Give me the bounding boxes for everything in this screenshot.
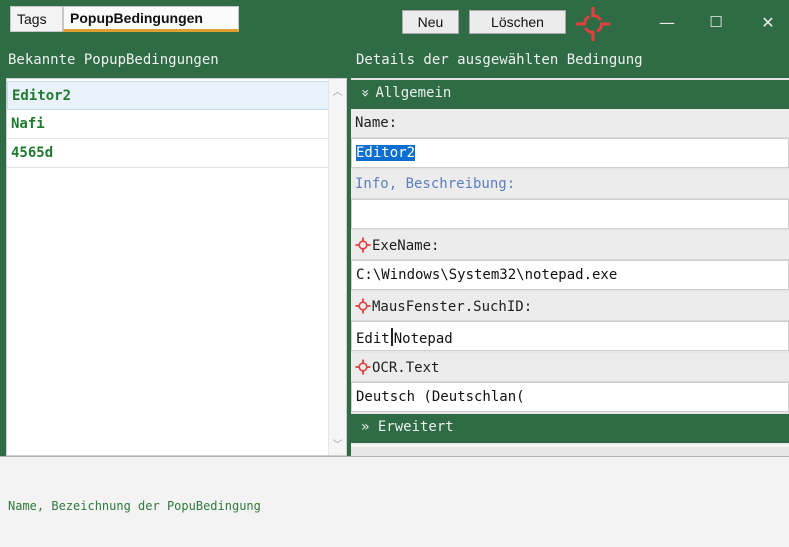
right-panel-header: Details der ausgewählten Bedingung (356, 52, 643, 68)
status-text: Name, Bezeichnung der PopuBedingung (8, 499, 261, 513)
close-icon[interactable]: ✕ (756, 10, 780, 34)
tab-popupbedingungen[interactable]: PopupBedingungen (63, 6, 239, 32)
scroll-down-icon[interactable]: ﹀ (329, 436, 346, 451)
ocr-label-row: OCR.Text (351, 353, 789, 382)
section-erweitert[interactable]: » Erweitert (351, 414, 789, 443)
name-field[interactable]: Editor2 (351, 138, 789, 168)
new-button[interactable]: Neu (402, 10, 459, 34)
list-item-editor2[interactable]: Editor2 (7, 81, 329, 110)
exename-label: ExeName: (372, 238, 440, 254)
name-field-value: Editor2 (356, 145, 416, 161)
crosshair-icon[interactable] (355, 359, 371, 375)
exename-field[interactable]: C:\Windows\System32\notepad.exe (351, 260, 789, 290)
ocr-label: OCR.Text (372, 360, 440, 376)
info-field[interactable] (351, 199, 789, 229)
conditions-list[interactable]: Editor2 Nafi 4565d ︿ ﹀ (6, 78, 347, 456)
list-item-4565d[interactable]: 4565d (7, 139, 329, 168)
mausfenster-label-row: MausFenster.SuchID: (351, 292, 789, 321)
minimize-icon[interactable]: — (655, 10, 679, 34)
tab-tags[interactable]: Tags (10, 6, 63, 32)
left-panel-header: Bekannte PopupBedingungen (8, 52, 219, 68)
scroll-up-icon[interactable]: ︿ (329, 83, 346, 98)
details-panel: » Allgemein Name: Editor2 Info, Beschreib… (351, 78, 789, 456)
info-label: Info, Beschreibung: (351, 170, 789, 199)
mausfenster-label: MausFenster.SuchID: (372, 299, 533, 315)
mausfenster-value-title: Notepad (393, 331, 453, 347)
delete-button[interactable]: Löschen (469, 10, 566, 34)
crosshair-target-icon[interactable] (575, 6, 611, 42)
mausfenster-value-class: Edit (356, 331, 390, 347)
section-allgemein[interactable]: » Allgemein (351, 80, 789, 109)
divider (351, 444, 789, 447)
list-item-nafi[interactable]: Nafi (7, 110, 329, 139)
list-scrollbar[interactable]: ︿ ﹀ (328, 79, 346, 455)
crosshair-icon[interactable] (355, 298, 371, 314)
maximize-icon[interactable]: ☐ (704, 10, 728, 34)
chevron-double-down-icon: » (357, 88, 374, 98)
exename-label-row: ExeName: (351, 231, 789, 260)
mausfenster-field[interactable]: Edit Notepad (351, 321, 789, 351)
section-allgemein-label: Allgemein (375, 85, 452, 101)
crosshair-icon[interactable] (355, 237, 371, 253)
ocr-field[interactable]: Deutsch (Deutschlan( (351, 382, 789, 412)
name-label: Name: (351, 109, 789, 138)
status-bar: Name, Bezeichnung der PopuBedingung (0, 456, 789, 547)
separator (390, 328, 393, 346)
